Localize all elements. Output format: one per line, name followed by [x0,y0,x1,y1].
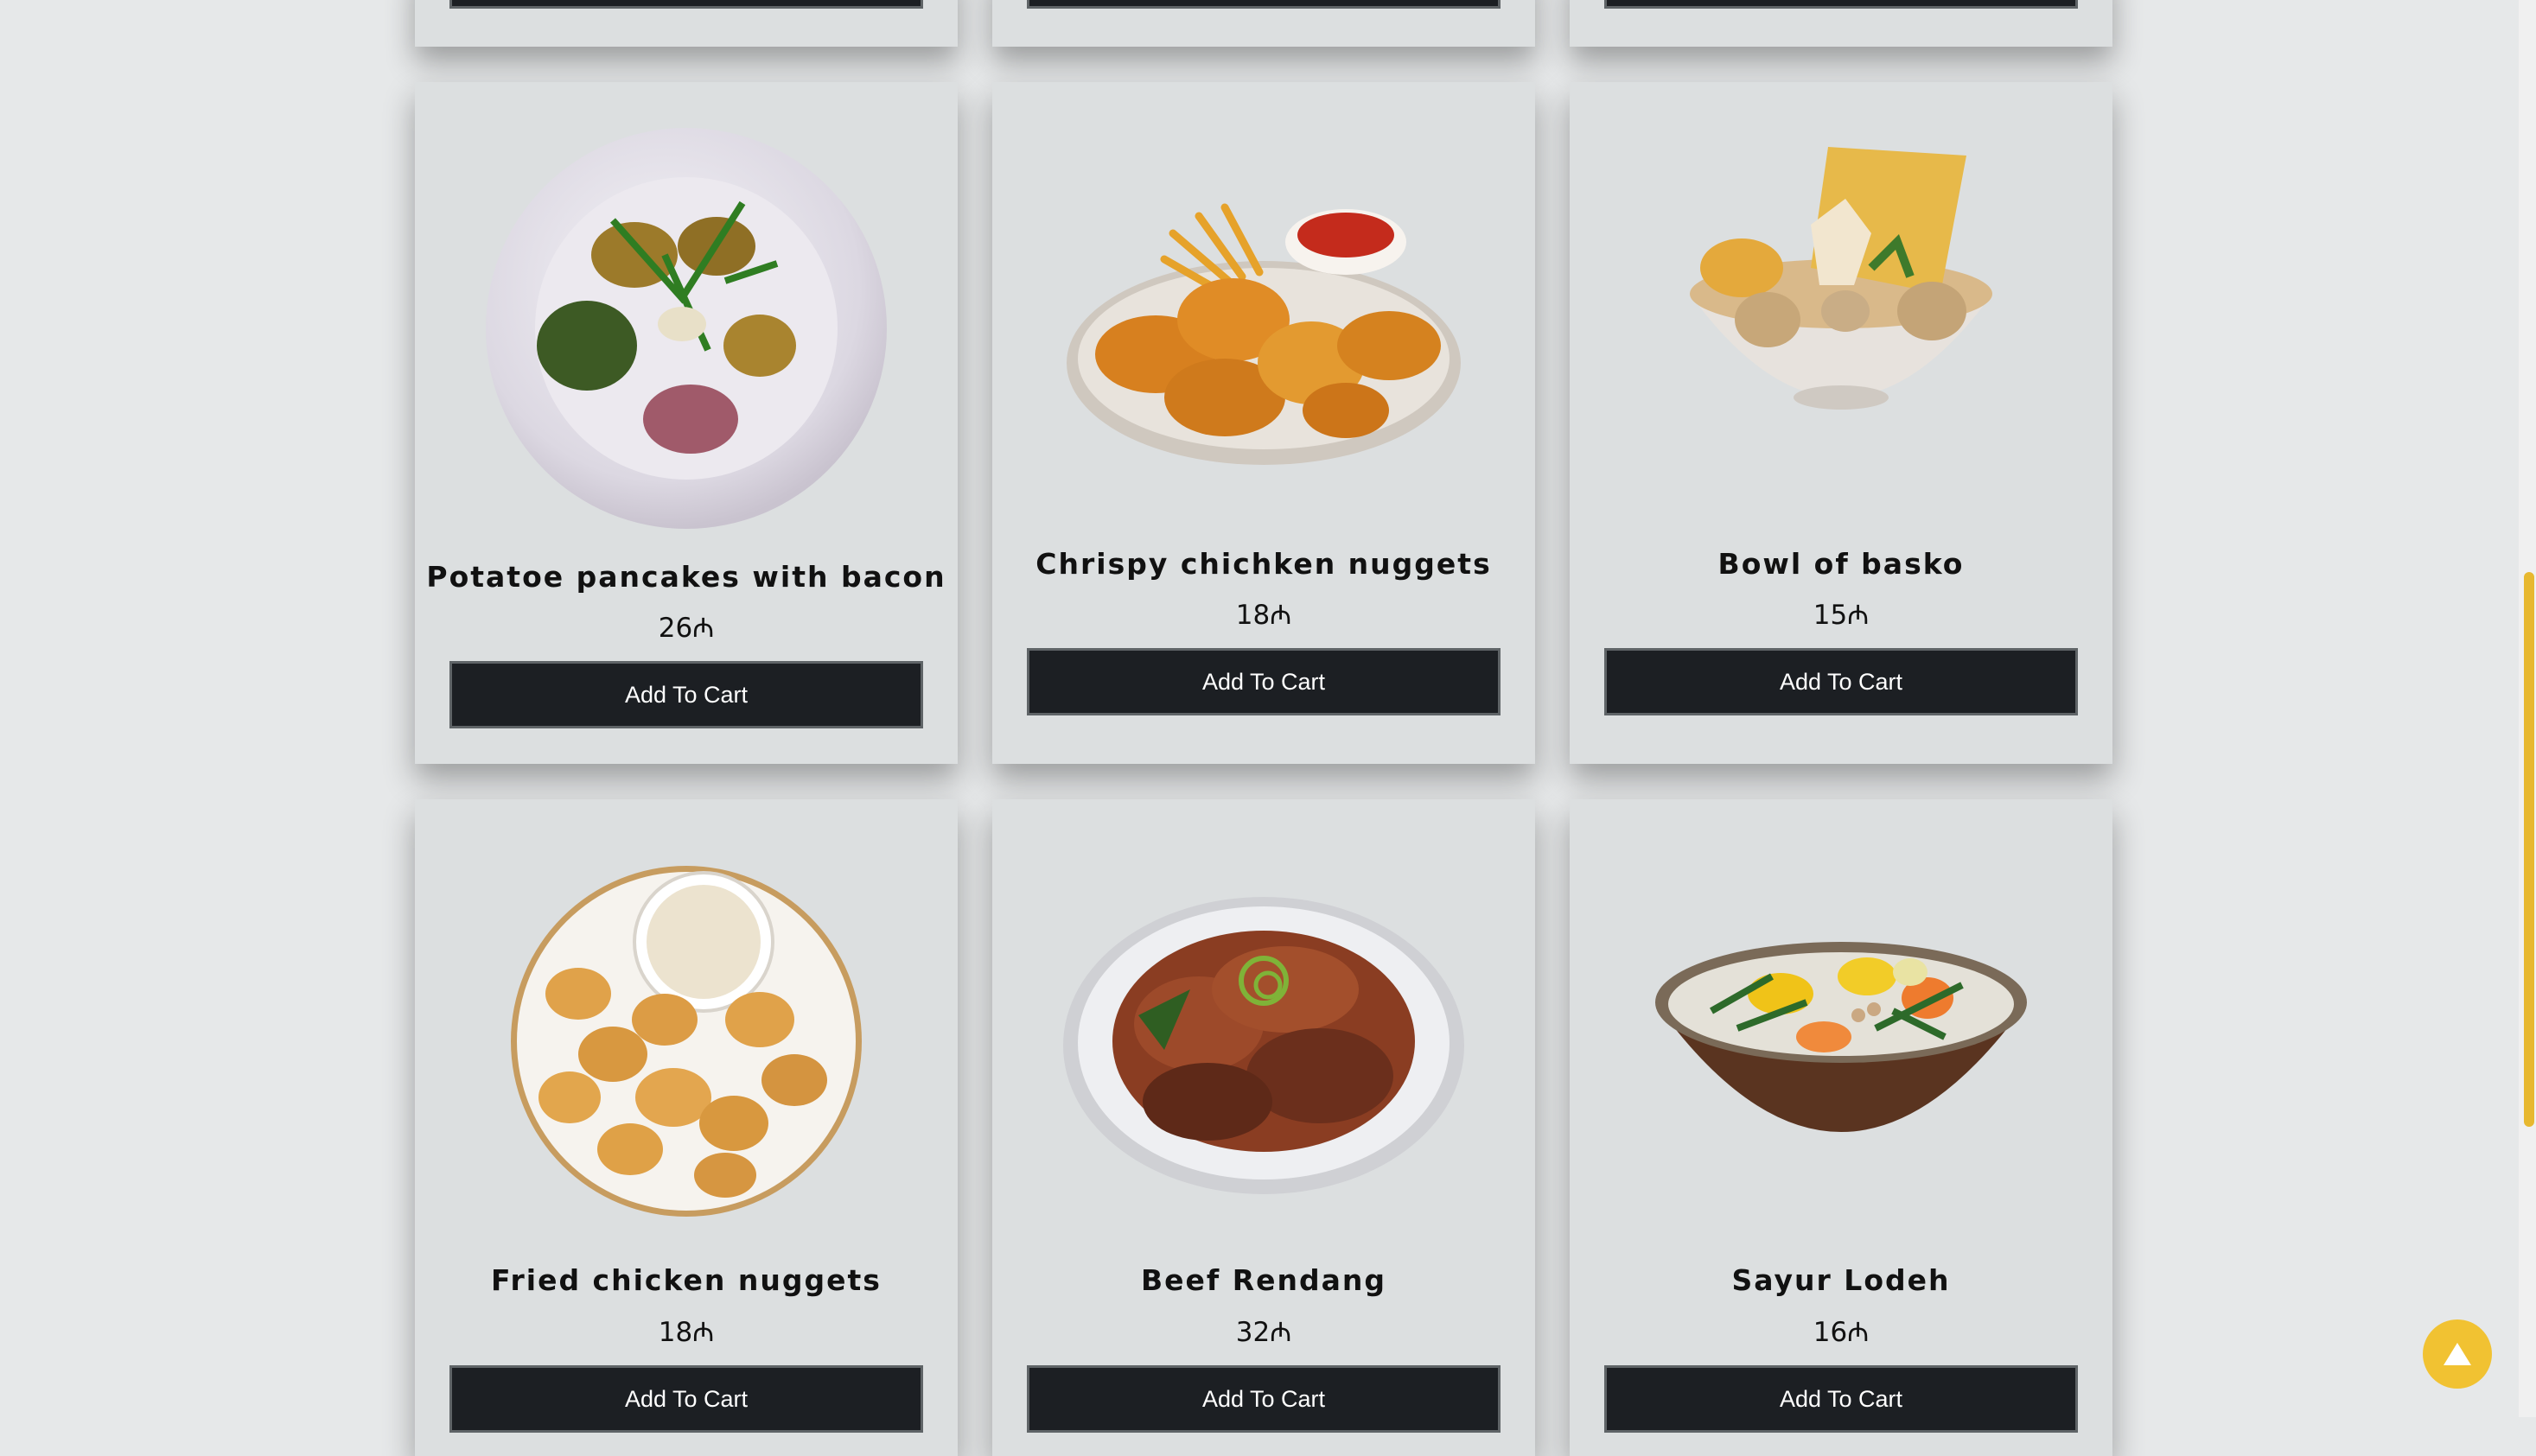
product-title: Potatoe pancakes with bacon [426,560,946,594]
add-to-cart-button-partial[interactable] [1027,0,1501,9]
product-card-partial [992,0,1535,47]
product-title: Beef Rendang [1140,1263,1387,1297]
product-price: 26₼ [658,613,715,644]
product-card: Fried chicken nuggets 18₼ Add To Cart [415,799,958,1456]
menu-page: Potatoe pancakes with bacon 26₼ Add To C… [0,0,2536,1456]
product-card-partial [415,0,958,47]
bowl-of-basko-image [1690,147,1992,410]
add-to-cart-button[interactable]: Add To Cart [1027,1365,1501,1433]
potato-pancakes-image [486,128,887,529]
add-to-cart-button-partial[interactable] [449,0,923,9]
product-card: Bowl of basko 15₼ Add To Cart [1570,82,2112,764]
product-price: 16₼ [1813,1317,1870,1348]
add-to-cart-button[interactable]: Add To Cart [449,1365,923,1433]
product-title: Chrispy chichken nuggets [1035,547,1492,581]
product-card: Beef Rendang 32₼ Add To Cart [992,799,1535,1456]
beef-rendang-image [1063,897,1464,1194]
product-title: Sayur Lodeh [1731,1263,1951,1297]
product-price: 32₼ [1235,1317,1292,1348]
product-title: Bowl of basko [1717,547,1965,581]
add-to-cart-button[interactable]: Add To Cart [1604,1365,2078,1433]
add-to-cart-button[interactable]: Add To Cart [1604,648,2078,715]
product-price: 18₼ [658,1317,715,1348]
arrow-up-icon [2444,1343,2471,1365]
fried-nuggets-image [511,866,862,1217]
add-to-cart-button-partial[interactable] [1604,0,2078,9]
vertical-scrollbar[interactable] [2519,0,2536,1417]
back-to-top-button[interactable] [2423,1319,2492,1389]
product-card: Potatoe pancakes with bacon 26₼ Add To C… [415,82,958,764]
add-to-cart-button[interactable]: Add To Cart [449,661,923,728]
product-price: 18₼ [1235,600,1292,631]
crispy-nuggets-image [1067,203,1461,465]
add-to-cart-button[interactable]: Add To Cart [1027,648,1501,715]
product-title: Fried chicken nuggets [491,1263,882,1297]
product-price: 15₼ [1813,600,1870,631]
product-card-partial [1570,0,2112,47]
product-card: Chrispy chichken nuggets 18₼ Add To Cart [992,82,1535,764]
scrollbar-thumb[interactable] [2524,572,2534,1127]
product-card: Sayur Lodeh 16₼ Add To Cart [1570,799,2112,1456]
sayur-lodeh-image [1655,942,2027,1132]
